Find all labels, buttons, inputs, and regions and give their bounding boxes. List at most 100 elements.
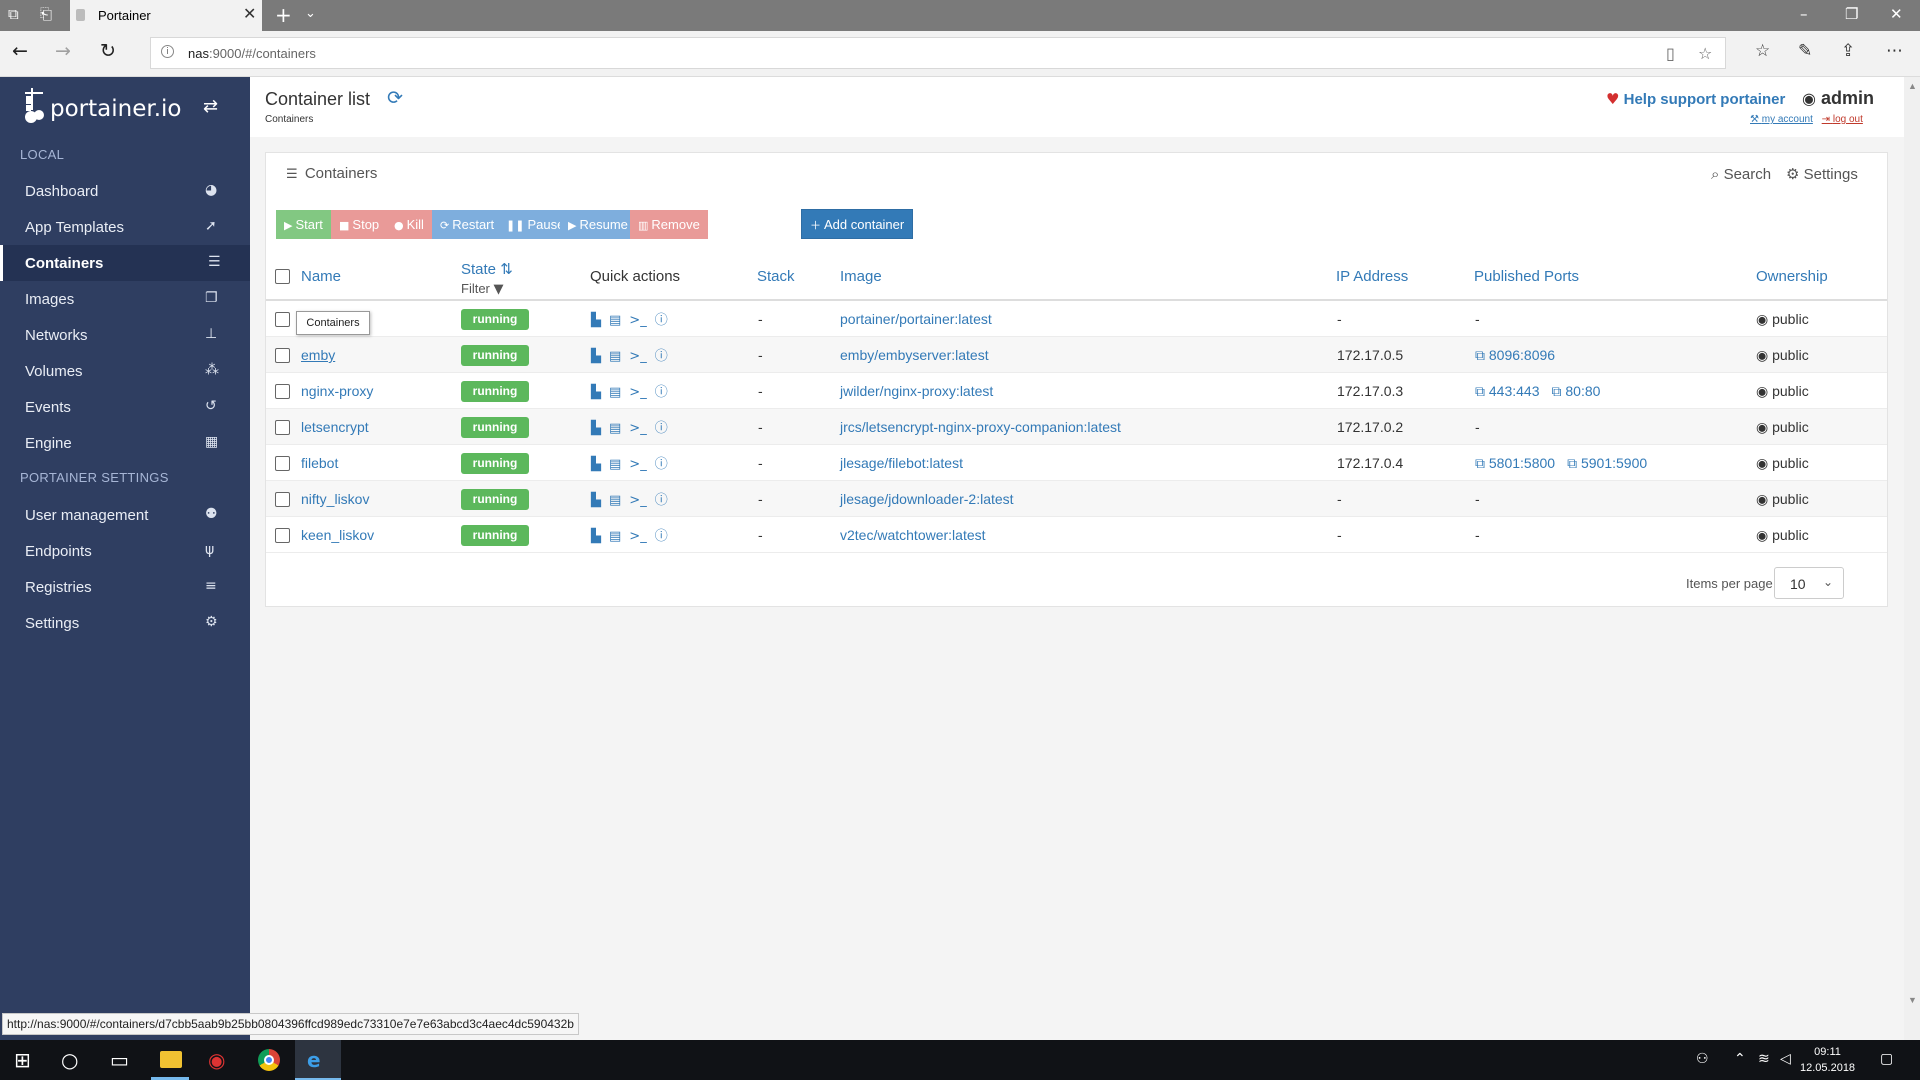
app-icon[interactable]: ◉: [208, 1048, 225, 1072]
inspect-icon[interactable]: ⓘ: [655, 493, 668, 508]
resume-button[interactable]: ▶ Resume: [560, 210, 636, 239]
stats-icon[interactable]: ▙: [591, 385, 601, 400]
search-button[interactable]: ⌕ Search: [1711, 165, 1771, 183]
sidebar-item-app-templates[interactable]: App Templates ➚: [0, 209, 250, 245]
sidebar-item-images[interactable]: Images ❐: [0, 281, 250, 317]
tab-manager-icon[interactable]: ⧉: [8, 5, 19, 23]
sidebar-item-volumes[interactable]: Volumes ⁂: [0, 353, 250, 389]
chrome-icon[interactable]: [258, 1049, 280, 1071]
table-row[interactable]: keen_liskov running ▙ ▤ >_ ⓘ - v2tec/watcht…: [266, 517, 1887, 553]
inspect-icon[interactable]: ⓘ: [655, 421, 668, 436]
table-row[interactable]: nr running ▙▤>_ⓘ - portainer/portainer:l…: [266, 301, 1887, 337]
container-name-link[interactable]: letsencrypt: [301, 419, 369, 435]
restore-icon[interactable]: ❐: [1845, 5, 1858, 23]
stop-button[interactable]: ■ Stop: [331, 210, 388, 239]
file-explorer-icon[interactable]: [160, 1051, 182, 1068]
port-link[interactable]: ⧉ 80:80: [1552, 383, 1601, 400]
inspect-icon[interactable]: ⓘ: [655, 349, 668, 364]
row-checkbox[interactable]: [275, 312, 290, 327]
console-icon[interactable]: >_: [629, 421, 646, 436]
site-info-icon[interactable]: i: [161, 45, 174, 58]
inspect-icon[interactable]: ⓘ: [655, 385, 668, 400]
row-checkbox[interactable]: [275, 492, 290, 507]
edge-taskbar-button[interactable]: e: [295, 1040, 341, 1080]
console-icon[interactable]: >_: [629, 385, 646, 400]
web-note-icon[interactable]: ✎: [1798, 41, 1812, 61]
column-image[interactable]: Image: [840, 268, 882, 285]
table-row[interactable]: nifty_liskov running ▙ ▤ >_ ⓘ - jlesage/jdo…: [266, 481, 1887, 517]
set-aside-tabs-icon[interactable]: ⎗: [40, 5, 52, 23]
sidebar-item-containers[interactable]: Containers ☰: [0, 245, 250, 281]
console-icon[interactable]: >_: [629, 457, 646, 472]
inspect-icon[interactable]: ⓘ: [655, 313, 668, 328]
port-link[interactable]: ⧉ 8096:8096: [1475, 347, 1555, 364]
cortana-icon[interactable]: ○: [61, 1048, 78, 1072]
forward-icon[interactable]: →: [55, 40, 71, 62]
image-link[interactable]: v2tec/watchtower:latest: [840, 527, 986, 543]
container-name-link[interactable]: nifty_liskov: [301, 491, 369, 507]
sidebar-item-engine[interactable]: Engine ▦: [0, 425, 250, 461]
logs-icon[interactable]: ▤: [609, 529, 621, 544]
task-view-icon[interactable]: ▭: [110, 1048, 129, 1072]
console-icon[interactable]: >_: [629, 349, 646, 364]
port-link[interactable]: ⧉ 5801:5800: [1475, 455, 1555, 472]
refresh-icon[interactable]: ↻: [100, 40, 116, 62]
stats-icon[interactable]: ▙: [591, 457, 601, 472]
help-support-link[interactable]: ♥ Help support portainer: [1606, 90, 1785, 108]
close-tab-icon[interactable]: ✕: [243, 4, 256, 23]
address-bar[interactable]: i nas:9000/#/containers ▯ ☆: [150, 37, 1726, 69]
network-icon[interactable]: ≋: [1758, 1051, 1770, 1067]
console-icon[interactable]: >_: [629, 313, 646, 328]
port-link[interactable]: ⧉ 443:443: [1475, 383, 1540, 400]
container-name-link[interactable]: keen_liskov: [301, 527, 374, 543]
row-checkbox[interactable]: [275, 528, 290, 543]
kill-button[interactable]: ● Kill: [386, 210, 432, 239]
logs-icon[interactable]: ▤: [609, 385, 621, 400]
action-center-icon[interactable]: ▢: [1880, 1051, 1893, 1067]
back-icon[interactable]: ←: [12, 40, 28, 62]
column-ip-address[interactable]: IP Address: [1336, 268, 1408, 285]
logs-icon[interactable]: ▤: [609, 421, 621, 436]
reading-view-icon[interactable]: ▯: [1666, 44, 1675, 63]
switch-endpoint-icon[interactable]: ⇄: [203, 96, 218, 117]
sidebar-item-user-management[interactable]: User management ⚉: [0, 497, 250, 533]
stats-icon[interactable]: ▙: [591, 421, 601, 436]
inspect-icon[interactable]: ⓘ: [655, 457, 668, 472]
tab-preview-chevron-icon[interactable]: ⌄: [305, 6, 316, 21]
sidebar-item-events[interactable]: Events ↺: [0, 389, 250, 425]
log-out-link[interactable]: ⇥ log out: [1822, 114, 1863, 125]
people-icon[interactable]: ⚇: [1696, 1051, 1709, 1067]
column-stack[interactable]: Stack: [757, 268, 795, 285]
column-state[interactable]: State ⇅: [461, 260, 513, 278]
row-checkbox[interactable]: [275, 420, 290, 435]
minimize-icon[interactable]: –: [1800, 5, 1808, 23]
column-name[interactable]: Name: [301, 268, 341, 285]
stats-icon[interactable]: ▙: [591, 313, 601, 328]
row-checkbox[interactable]: [275, 384, 290, 399]
table-settings-button[interactable]: ⚙ Settings: [1786, 165, 1858, 183]
image-link[interactable]: jwilder/nginx-proxy:latest: [840, 383, 993, 399]
sidebar-item-networks[interactable]: Networks ⊥: [0, 317, 250, 353]
windows-start-icon[interactable]: ⊞: [14, 1048, 31, 1072]
my-account-link[interactable]: ⚒ my account: [1750, 114, 1813, 125]
image-link[interactable]: jlesage/filebot:latest: [840, 455, 963, 471]
column-published-ports[interactable]: Published Ports: [1474, 268, 1579, 285]
row-checkbox[interactable]: [275, 348, 290, 363]
restart-button[interactable]: ⟳ Restart: [432, 210, 503, 239]
table-row[interactable]: filebot running ▙ ▤ >_ ⓘ - jlesage/filebot:…: [266, 445, 1887, 481]
row-checkbox[interactable]: [275, 456, 290, 471]
sidebar-item-registries[interactable]: Registries ≡: [0, 569, 250, 605]
start-button[interactable]: ▶ Start: [276, 210, 331, 239]
image-link[interactable]: jrcs/letsencrypt-nginx-proxy-companion:l…: [840, 419, 1121, 435]
inspect-icon[interactable]: ⓘ: [655, 529, 668, 544]
new-tab-icon[interactable]: +: [275, 3, 292, 27]
image-link[interactable]: jlesage/jdownloader-2:latest: [840, 491, 1014, 507]
console-icon[interactable]: >_: [629, 493, 646, 508]
container-name-link[interactable]: filebot: [301, 455, 338, 471]
close-window-icon[interactable]: ✕: [1890, 5, 1903, 23]
stats-icon[interactable]: ▙: [591, 529, 601, 544]
select-all-checkbox[interactable]: [275, 269, 290, 284]
table-row[interactable]: letsencrypt running ▙ ▤ >_ ⓘ - jrcs/letsenc…: [266, 409, 1887, 445]
scroll-up-icon[interactable]: ▲: [1908, 81, 1917, 91]
logs-icon[interactable]: ▤: [609, 349, 621, 364]
